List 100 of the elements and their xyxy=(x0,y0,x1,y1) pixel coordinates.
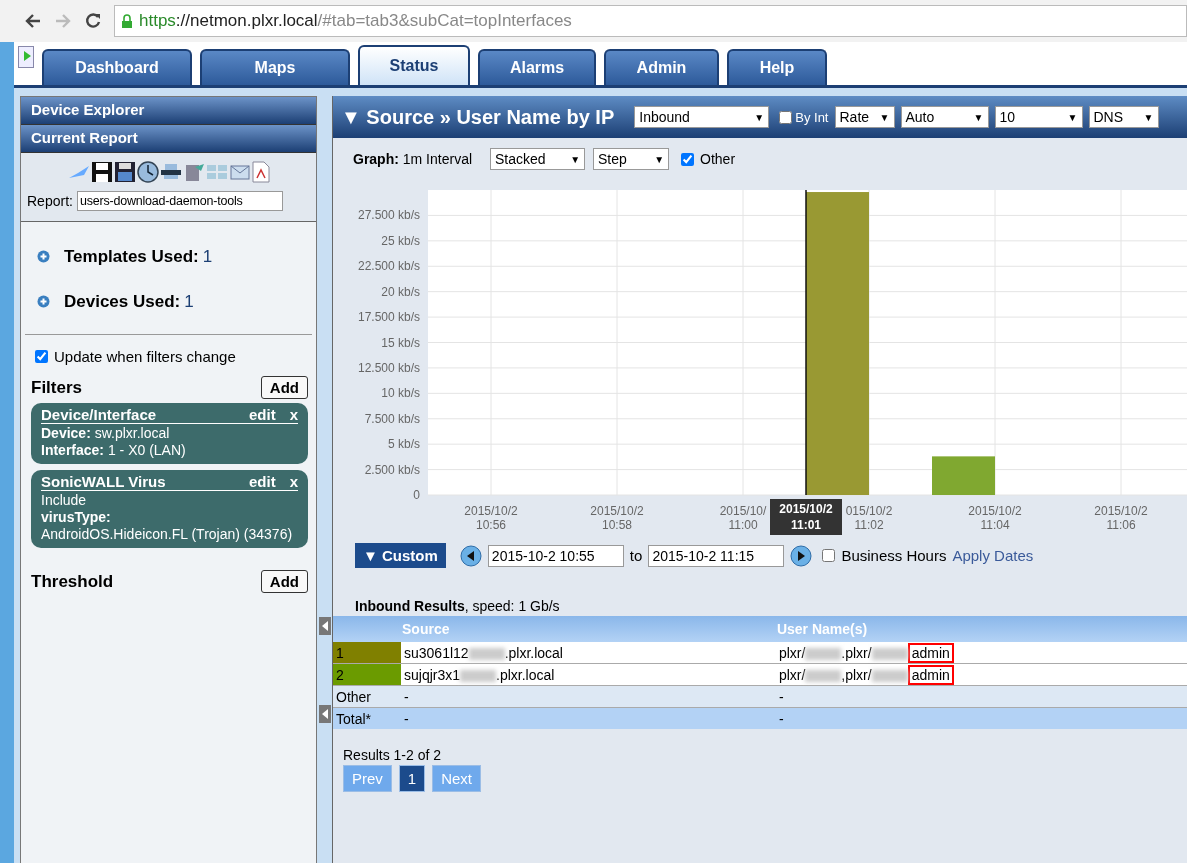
remove-link[interactable]: x xyxy=(289,473,298,490)
apply-dates-link[interactable]: Apply Dates xyxy=(952,547,1034,564)
y-tick-label: 20 kb/s xyxy=(381,284,420,299)
pdf-icon[interactable] xyxy=(251,161,270,183)
y-tick-label: 17.500 kb/s xyxy=(357,310,420,325)
filters-heading: Filters xyxy=(31,377,83,398)
summary-count: 1 xyxy=(202,246,213,267)
table-cell: - xyxy=(401,685,776,708)
x-tick-label: 015/10/2 11:02 xyxy=(845,504,893,532)
panel-header[interactable]: Current Report xyxy=(21,125,316,153)
app-logo-icon[interactable] xyxy=(18,46,34,68)
filter-detail: Device: sw.plxr.local xyxy=(41,425,171,442)
y-tick-label: 0 xyxy=(413,488,420,502)
y-tick-label: 15 kb/s xyxy=(381,335,420,350)
end-date-field[interactable]: 2015-10-2 11:15 xyxy=(648,544,785,567)
dropdown[interactable]: Inbound ▼ xyxy=(634,106,770,128)
dropdown[interactable]: Auto ▼ xyxy=(900,106,989,128)
summary-label: Templates Used: xyxy=(64,246,199,267)
results-count: Results 1-2 of 2 xyxy=(343,747,443,763)
table-cell: - xyxy=(775,707,1187,729)
email-icon[interactable] xyxy=(228,162,251,182)
save-as-icon[interactable] xyxy=(113,161,136,183)
source-cell: sujqjr3x1 .plxr.local xyxy=(401,663,776,686)
report-label: Report: xyxy=(27,193,73,209)
threshold-heading: Threshold xyxy=(31,571,114,592)
collapse-icon[interactable] xyxy=(318,616,331,635)
start-date-field[interactable]: 2015-10-2 10:55 xyxy=(487,544,624,567)
user-name-cell: plxr/ ,plxr/ admin xyxy=(775,663,1187,686)
nav-tab[interactable]: Maps xyxy=(200,49,350,85)
panel-header[interactable]: Device Explorer xyxy=(21,97,316,125)
filter-detail: Interface: 1 - X0 (LAN) xyxy=(41,442,187,459)
to-label: to xyxy=(629,547,643,564)
nav-tab[interactable]: Alarms xyxy=(478,49,596,85)
filter-detail: AndroidOS.Hideicon.FL (Trojan) (34376) xyxy=(41,526,294,543)
row-label: Other xyxy=(333,685,401,708)
report-name-field[interactable]: users-download-daemon-tools xyxy=(76,191,283,211)
printer-icon[interactable] xyxy=(159,163,182,181)
report-title[interactable]: ▼ Source » User Name by IP xyxy=(341,105,615,129)
range-button[interactable]: ▼ Custom xyxy=(355,543,446,568)
edit-link[interactable]: edit xyxy=(249,473,276,490)
clock-icon[interactable] xyxy=(136,161,159,183)
nav-tab[interactable]: Status xyxy=(358,45,470,85)
filter-title: Device/Interface xyxy=(41,406,157,423)
tooltip: 2015/10/2 11:01 xyxy=(770,499,842,535)
checkbox-label[interactable]: Business Hours xyxy=(841,547,947,564)
filter-title: SonicWALL Virus xyxy=(41,473,166,490)
nav-tab[interactable]: Admin xyxy=(604,49,719,85)
x-tick-label: 2015/10/2 11:04 xyxy=(968,504,1022,532)
y-tick-label: 2.500 kb/s xyxy=(364,462,420,477)
dropdown[interactable]: 10 ▼ xyxy=(994,106,1083,128)
dropdown[interactable]: Rate ▼ xyxy=(834,106,895,128)
row-label: Total* xyxy=(333,707,401,729)
reload-icon[interactable] xyxy=(84,12,102,30)
summary-label: Devices Used: xyxy=(64,291,181,312)
save-icon[interactable] xyxy=(90,161,113,183)
x-tick-label: 2015/10/2 10:56 xyxy=(464,504,518,532)
checkbox-label[interactable]: Update when filters change xyxy=(54,348,236,365)
y-tick-label: 27.500 kb/s xyxy=(357,208,420,223)
checkbox[interactable] xyxy=(822,549,836,562)
x-tick-label: 2015/10/ 11:00 xyxy=(719,504,767,532)
expand-icon[interactable] xyxy=(37,295,50,308)
dropdown[interactable]: Stacked ▼ xyxy=(490,148,586,170)
y-tick-label: 7.500 kb/s xyxy=(364,411,420,426)
y-tick-label: 25 kb/s xyxy=(381,233,420,248)
pager-button[interactable]: 1 xyxy=(398,765,426,792)
table-cell: - xyxy=(775,685,1187,708)
checkbox[interactable] xyxy=(779,110,793,124)
checkbox-label[interactable]: Other xyxy=(700,151,736,167)
filter-detail: Include xyxy=(41,492,88,509)
filter-detail: virusType: xyxy=(41,509,112,526)
dropdown[interactable]: DNS ▼ xyxy=(1088,106,1159,128)
y-tick-label: 10 kb/s xyxy=(381,386,420,401)
results-heading: Inbound Results, speed: 1 Gb/s xyxy=(354,597,561,616)
y-tick-label: 12.500 kb/s xyxy=(357,360,420,375)
back-icon[interactable] xyxy=(24,13,42,29)
collapse-icon[interactable] xyxy=(318,704,331,723)
next-icon[interactable] xyxy=(790,544,813,567)
graph-label: Graph: 1m Interval xyxy=(353,151,473,167)
dropdown[interactable]: Step ▼ xyxy=(593,148,670,170)
summary-count: 1 xyxy=(184,291,194,312)
checkbox-label[interactable]: By Int xyxy=(795,109,829,125)
add-threshold-button[interactable]: Add xyxy=(260,570,308,593)
add-filter-button[interactable]: Add xyxy=(260,376,308,399)
nav-tab[interactable]: Dashboard xyxy=(42,49,192,85)
checkbox[interactable] xyxy=(35,350,48,363)
rank-cell: 1 xyxy=(333,642,401,664)
previous-icon[interactable] xyxy=(459,544,482,567)
x-tick-label: 2015/10/2 10:58 xyxy=(590,504,644,532)
table-cell: - xyxy=(401,707,776,729)
expand-icon[interactable] xyxy=(37,250,50,263)
checkbox[interactable] xyxy=(681,152,695,166)
edit-link[interactable]: edit xyxy=(249,406,276,423)
address-bar[interactable]: https://netmon.plxr.local/#tab=tab3&subCat=topInterfaces xyxy=(114,5,1187,37)
nav-tab[interactable]: Help xyxy=(727,49,827,85)
user-name-cell: plxr/ .plxr/ admin xyxy=(775,642,1187,664)
remove-link[interactable]: x xyxy=(289,406,298,423)
source-cell: su3061l12 .plxr.local xyxy=(401,642,776,664)
rank-cell: 2 xyxy=(333,663,401,686)
x-tick-label: 2015/10/2 11:06 xyxy=(1094,504,1148,532)
y-tick-label: 22.500 kb/s xyxy=(357,259,420,274)
